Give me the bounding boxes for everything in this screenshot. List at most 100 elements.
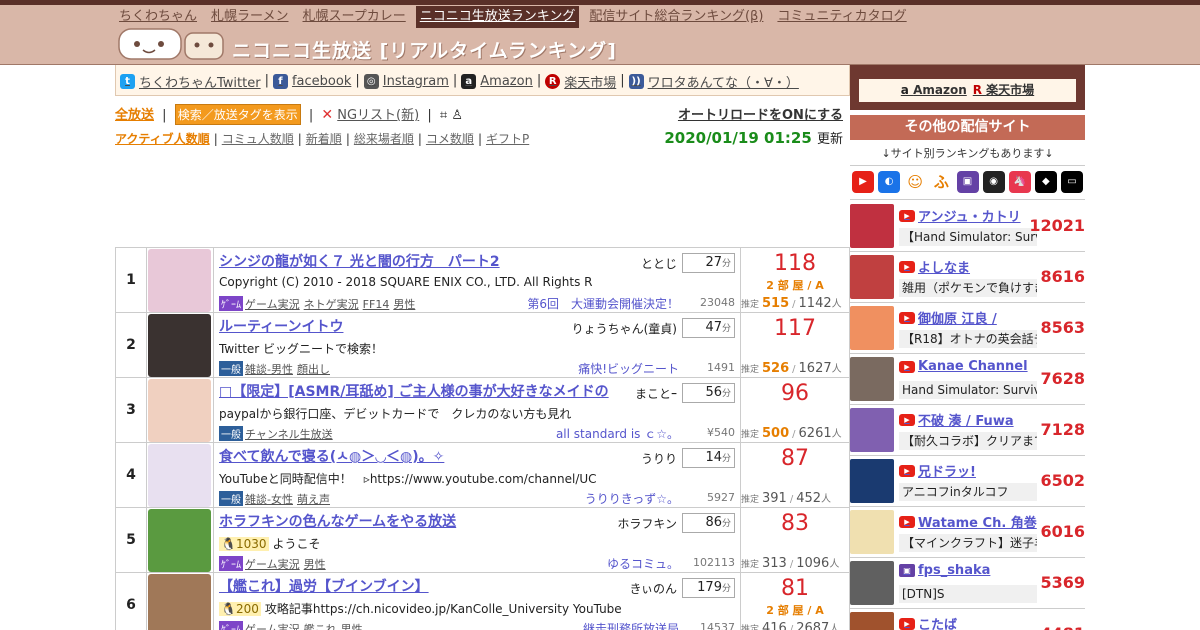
site-nav-link[interactable]: 札幌スープカレー <box>299 6 410 28</box>
streamer-avatar[interactable] <box>850 204 894 248</box>
stream-tag-link[interactable]: 艦これ <box>304 623 337 630</box>
category-badge[interactable]: ｹﾞｰﾑ <box>219 556 243 571</box>
stream-tag-link[interactable]: 萌え声 <box>297 493 330 506</box>
community-link[interactable]: 第6回 大運動会開催決定！ <box>527 295 679 312</box>
stream-thumbnail[interactable] <box>148 379 211 442</box>
streamer-avatar[interactable] <box>850 255 894 299</box>
stream-tag-link[interactable]: ゲーム実況 <box>245 558 300 571</box>
streamer-avatar[interactable] <box>850 357 894 401</box>
robot-icon[interactable]: ♙ <box>451 108 463 123</box>
streamer-name-link[interactable]: ▶ 御伽原 江良 / <box>899 308 997 327</box>
stream-tag-link[interactable]: FF14 <box>363 298 390 311</box>
streamer-name-link[interactable]: ▶ 不破 湊 / Fuwa <box>899 410 1014 429</box>
streamer-item[interactable]: ▶ 兄ドラッ! アニコフinタルコフ 6502 <box>850 456 1085 507</box>
site-nav-link[interactable]: コミュニティカタログ <box>773 6 910 28</box>
stream-title-link[interactable]: シンジの龍が如く７ 光と闇の行方 パート2 <box>219 251 609 271</box>
category-badge[interactable]: ｹﾞｰﾑ <box>219 621 243 630</box>
ng-list-link[interactable]: NGリスト(新) <box>337 108 419 123</box>
stream-tag-link[interactable]: 雑談-女性 <box>245 493 293 506</box>
mirrativ-icon[interactable]: ◆ <box>1034 171 1057 193</box>
openrec-icon[interactable]: ◐ <box>878 171 901 193</box>
site-nav-link[interactable]: ニコニコ生放送ランキング <box>415 6 580 28</box>
site-nav-link[interactable]: 配信サイト総合ランキング(β) <box>585 6 767 28</box>
streamer-avatar[interactable] <box>850 459 894 503</box>
streamer-item[interactable]: ▶こたば 4481 <box>850 609 1085 630</box>
category-badge[interactable]: 一般 <box>219 426 243 441</box>
stream-tag-link[interactable]: 男性 <box>304 558 326 571</box>
shop-link[interactable]: a Amazon <box>901 83 967 97</box>
streamer-name-link[interactable]: ▶ 兄ドラッ! <box>899 461 976 480</box>
shop-link[interactable]: R 楽天市場 <box>973 83 1034 97</box>
stream-thumbnail[interactable] <box>148 314 211 377</box>
community-link[interactable]: ゆるコミュ。 <box>607 555 679 572</box>
whowatch-icon[interactable]: 🦄 <box>1008 171 1031 193</box>
show-tags-button[interactable]: 検索／放送タグを表示 <box>174 104 301 125</box>
stream-thumbnail[interactable] <box>148 509 211 572</box>
social-link[interactable]: R 楽天市場 <box>545 72 616 91</box>
streamer-avatar[interactable] <box>850 561 894 605</box>
showroom-icon[interactable]: ▭ <box>1061 171 1083 193</box>
streamer-name-link[interactable]: ▶ Kanae Channel <box>899 359 1028 374</box>
sort-option[interactable]: 総来場者順 <box>354 132 414 146</box>
category-badge[interactable]: 一般 <box>219 491 243 506</box>
cavetube-icon[interactable]: ◉ <box>982 171 1005 193</box>
sort-option[interactable]: ギフトP <box>486 132 529 146</box>
stream-title-link[interactable]: □【限定】[ASMR/耳舐め] ご主人様の事が大好きなメイドの <box>219 381 609 401</box>
streamer-name-link[interactable]: ▶ Watame Ch. 角巻 <box>899 512 1037 531</box>
stream-thumbnail[interactable] <box>148 249 211 312</box>
community-link[interactable]: 継走刑務所放送局 <box>583 620 679 630</box>
streamer-avatar[interactable] <box>850 306 894 350</box>
social-link-label: 楽天市場 <box>564 76 617 91</box>
community-link[interactable]: all standard is ｃ☆。 <box>556 425 679 442</box>
social-link[interactable]: a Amazon <box>461 74 533 89</box>
streamer-avatar[interactable] <box>850 612 894 630</box>
streamer-item[interactable]: ▶ Watame Ch. 角巻 【マインクラフト】迷子羊 6016 <box>850 507 1085 558</box>
stream-title-link[interactable]: ルーティーンイトウ <box>219 316 609 336</box>
stream-title-link[interactable]: 食べて飲んで寝る(ㅅ◍＞◡＜◍)。✧ <box>219 446 609 466</box>
streamer-avatar[interactable] <box>850 408 894 452</box>
fuwa-icon[interactable]: ふ <box>930 171 953 193</box>
stream-thumbnail[interactable] <box>148 574 211 630</box>
stream-thumbnail[interactable] <box>148 444 211 507</box>
chikuwa-logo-icon[interactable] <box>117 25 227 63</box>
camera-icon[interactable]: ⌗ <box>440 108 447 123</box>
stream-title-link[interactable]: ホラフキンの色んなゲームをやる放送 <box>219 511 609 531</box>
streamer-avatar[interactable] <box>850 510 894 554</box>
stream-tag-link[interactable]: ゲーム実況 <box>245 298 300 311</box>
category-badge[interactable]: ｹﾞｰﾑ <box>219 296 243 311</box>
streamer-item[interactable]: ▶ 不破 湊 / Fuwa 【耐久コラボ】クリアまで 7128 <box>850 405 1085 456</box>
streamer-name-link[interactable]: ▶ よしなま <box>899 257 970 276</box>
stream-tag-link[interactable]: チャンネル生放送 <box>245 428 333 441</box>
youtube-icon[interactable]: ▶ <box>852 171 874 193</box>
sort-option[interactable]: アクティブ人数順 <box>115 132 210 146</box>
stream-tag-link[interactable]: 顔出し <box>297 363 330 376</box>
community-link[interactable]: うりりきっず☆。 <box>585 490 679 507</box>
streamer-item[interactable]: ▣ fps_shaka [DTN]S 5369 <box>850 558 1085 609</box>
auto-reload-link[interactable]: オートリロードをONにする <box>678 104 843 123</box>
community-link[interactable]: 痛快!ビッグニート <box>578 360 679 377</box>
sort-option[interactable]: コメ数順 <box>426 132 474 146</box>
social-link[interactable]: f facebook <box>272 74 351 89</box>
streamer-item[interactable]: ▶アンジュ・カトリ【Hand Simulator: Surviv12021 <box>850 201 1085 252</box>
streamer-name-link[interactable]: ▣ fps_shaka <box>899 563 990 578</box>
stream-tag-link[interactable]: 雑談-男性 <box>245 363 293 376</box>
nicolive-icon[interactable]: ☺ <box>904 171 927 193</box>
stream-tag-link[interactable]: ネトゲ実況 <box>304 298 359 311</box>
category-badge[interactable]: 一般 <box>219 361 243 376</box>
filter-all-link[interactable]: 全放送 <box>115 108 154 123</box>
stream-tag-link[interactable]: 男性 <box>393 298 415 311</box>
stream-title-link[interactable]: 【艦これ】過労【ブインブイン】 <box>219 576 609 596</box>
social-link[interactable]: )) ワロタあんてな（・∀・） <box>628 72 799 91</box>
stream-tag-link[interactable]: ゲーム実況 <box>245 623 300 630</box>
stream-tag-link[interactable]: 男性 <box>341 623 363 630</box>
sort-option[interactable]: コミュ人数順 <box>222 132 294 146</box>
sort-option[interactable]: 新着順 <box>306 132 342 146</box>
streamer-name-link[interactable]: ▶ アンジュ・カトリ <box>899 206 1021 225</box>
social-link[interactable]: ◎ Instagram <box>363 74 449 89</box>
streamer-item[interactable]: ▶ Kanae Channel Hand Simulator: Survival 76… <box>850 354 1085 405</box>
streamer-item[interactable]: ▶ 御伽原 江良 / 【R18】オトナの英会話チ 8563 <box>850 303 1085 354</box>
twitch-icon[interactable]: ▣ <box>956 171 979 193</box>
social-link[interactable]: t ちくわちゃんTwitter <box>120 72 261 91</box>
streamer-name-link[interactable]: ▶ こたば <box>899 614 957 630</box>
streamer-item[interactable]: ▶ よしなま 雑用（ポケモンで負けすぎ 8616 <box>850 252 1085 303</box>
